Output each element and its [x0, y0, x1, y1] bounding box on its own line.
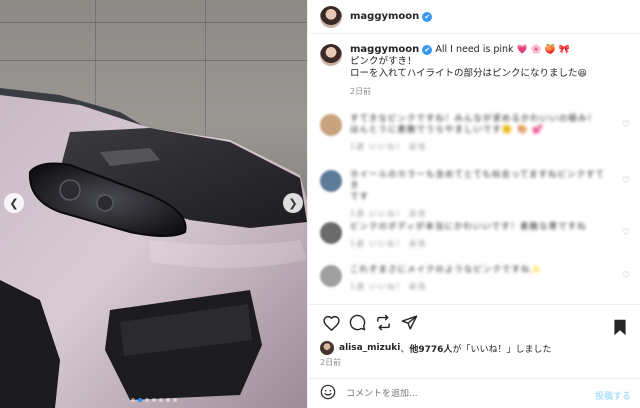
caption-line-3-emoji: 😆 — [577, 69, 587, 79]
likes-summary: alisa_mizuki、他9776人 が「いいね！」しました — [320, 341, 551, 355]
post-photo: ❮ ❯ — [0, 0, 307, 408]
send-icon[interactable] — [396, 310, 422, 336]
comment-text: すてきなピンクですね！みんなが求めるかわいいの極み！ — [350, 114, 597, 124]
carousel-dot — [144, 398, 149, 402]
comment-box: 投稿する — [308, 378, 640, 408]
comment-meta[interactable]: 1週 いいね！ 返信 — [350, 238, 610, 249]
carousel-dots — [0, 398, 307, 402]
comment-item: ピンクのボディが本当にかわいいです！素敵な車ですね 1週 いいね！ 返信 ♡ — [320, 222, 632, 249]
comment-text: ホイールのカラーも含めてとても似合ってますねピンクすてき — [350, 170, 606, 191]
post-header: maggymoon ✔ — [308, 0, 640, 34]
caption-username[interactable]: maggymoon — [350, 44, 419, 55]
author-avatar[interactable] — [320, 5, 342, 28]
carousel-dot — [172, 398, 177, 402]
carousel-dot — [130, 398, 135, 402]
comment-meta[interactable]: 1週 いいね！ 返信 — [350, 208, 610, 219]
comment-item: ホイールのカラーも含めてとても似合ってますねピンクすてき です 1週 いいね！ … — [320, 170, 632, 219]
carousel-dot-active — [137, 398, 142, 402]
comment-avatar[interactable] — [320, 265, 342, 287]
comment-text: です — [350, 192, 370, 202]
comment-avatar[interactable] — [320, 114, 342, 136]
carousel-dot — [151, 398, 156, 402]
heart-icon[interactable]: ♡ — [622, 271, 630, 281]
liker-username[interactable]: alisa_mizuki — [339, 343, 400, 353]
comment-item: これぞまさにメイクのようなピンクですね✨ 1週 いいね！ 返信 ♡ — [320, 265, 632, 292]
caption-first-line: All I need is pink — [435, 44, 514, 55]
verified-badge-icon: ✔ — [422, 11, 433, 22]
repost-icon[interactable] — [370, 310, 396, 336]
likes-suffix: が「いいね！」しました — [452, 344, 552, 355]
chevron-right-icon[interactable]: ❯ — [283, 193, 303, 213]
chevron-left-icon[interactable]: ❮ — [4, 193, 24, 213]
caption-time[interactable]: 2日前 — [350, 86, 587, 98]
car-illustration — [0, 88, 307, 408]
comment-avatar[interactable] — [320, 170, 342, 192]
comment-text: ほんとうに素敵でうらやましいです🙂 🎨 💕 — [350, 125, 544, 135]
comment-meta[interactable]: 1週 いいね！ 返信 — [350, 141, 610, 152]
caption-avatar[interactable] — [320, 44, 342, 66]
comment-icon[interactable] — [344, 310, 370, 336]
action-bar — [308, 304, 640, 340]
caption-line-3: ローを入れてハイライトの部分はピンクになりました — [350, 68, 578, 79]
smiley-icon[interactable] — [320, 384, 336, 404]
heart-icon[interactable]: ♡ — [622, 120, 630, 130]
carousel-dot — [165, 398, 170, 402]
caption-emojis: 💗 🌸 🍑 🎀 — [516, 45, 570, 55]
author-username[interactable]: maggymoon — [350, 11, 419, 22]
comment-item: すてきなピンクですね！みんなが求めるかわいいの極み！ ほんとうに素敵でうらやまし… — [320, 114, 632, 152]
comment-avatar[interactable] — [320, 222, 342, 244]
likes-count[interactable]: 他9776人 — [409, 342, 452, 355]
post-time[interactable]: 2日前 — [320, 357, 341, 368]
liker-avatar[interactable] — [320, 341, 334, 355]
caption-line-2: ピンクがすき！ — [350, 56, 417, 67]
verified-badge-icon: ✔ — [422, 45, 433, 55]
bookmark-icon[interactable] — [607, 314, 633, 340]
comment-input[interactable] — [346, 388, 566, 399]
post-detail-panel: maggymoon ✔ maggymoon ✔ All I need is pin… — [307, 0, 640, 408]
heart-icon[interactable]: ♡ — [622, 228, 630, 238]
comment-text: これぞまさにメイクのようなピンクですね✨ — [350, 265, 542, 275]
comment-text: ピンクのボディが本当にかわいいです！素敵な車ですね — [350, 222, 587, 232]
heart-icon[interactable]: ♡ — [622, 176, 630, 186]
post-caption: maggymoon ✔ All I need is pink 💗 🌸 🍑 🎀 ピン… — [320, 44, 632, 98]
post-comment-button[interactable]: 投稿する — [595, 389, 631, 402]
heart-icon[interactable] — [318, 310, 344, 336]
carousel-dot — [158, 398, 163, 402]
comment-meta[interactable]: 1週 いいね！ 返信 — [350, 281, 610, 292]
